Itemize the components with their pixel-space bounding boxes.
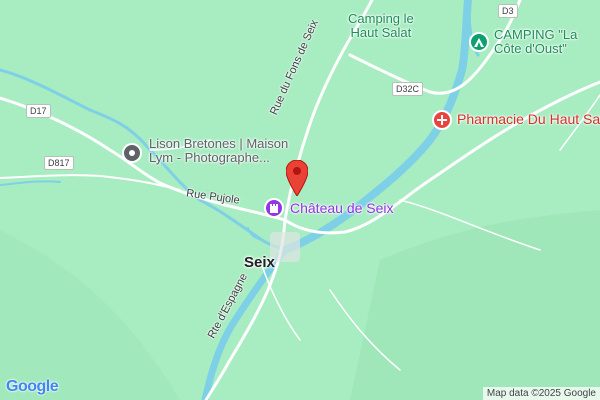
town-label-seix: Seix (244, 254, 275, 271)
poi-camping-cote-oust[interactable]: CAMPING "La Côte d'Oust" (494, 27, 577, 57)
road-shield-d32c: D32C (392, 82, 424, 96)
google-logo: Google (6, 378, 59, 395)
poi-pharmacie[interactable]: Pharmacie Du Haut Salat (457, 111, 600, 127)
road-shield-d3: D3 (498, 4, 518, 18)
poi-chateau-de-seix[interactable]: Château de Seix (290, 200, 394, 216)
poi-camping-haut-salat-line2: Haut Salat (350, 25, 412, 41)
poi-camping-cote-line2: Côte d'Oust" (494, 41, 567, 57)
poi-lison-bretones[interactable]: Lison Bretones | Maison Lym - Photograph… (149, 136, 288, 166)
poi-lison-line2: Lym - Photographe... (149, 150, 270, 166)
tent-icon[interactable] (469, 32, 489, 52)
pin-icon[interactable] (122, 143, 142, 163)
map-attribution[interactable]: Map data ©2025 Google (482, 387, 600, 400)
road-shield-d17: D17 (26, 104, 51, 118)
castle-icon[interactable] (264, 198, 284, 218)
pharmacy-icon[interactable] (432, 110, 452, 130)
location-marker[interactable] (285, 159, 309, 197)
poi-camping-haut-salat[interactable]: Camping le Haut Salat (348, 11, 414, 41)
road-shield-d817: D817 (44, 156, 74, 170)
